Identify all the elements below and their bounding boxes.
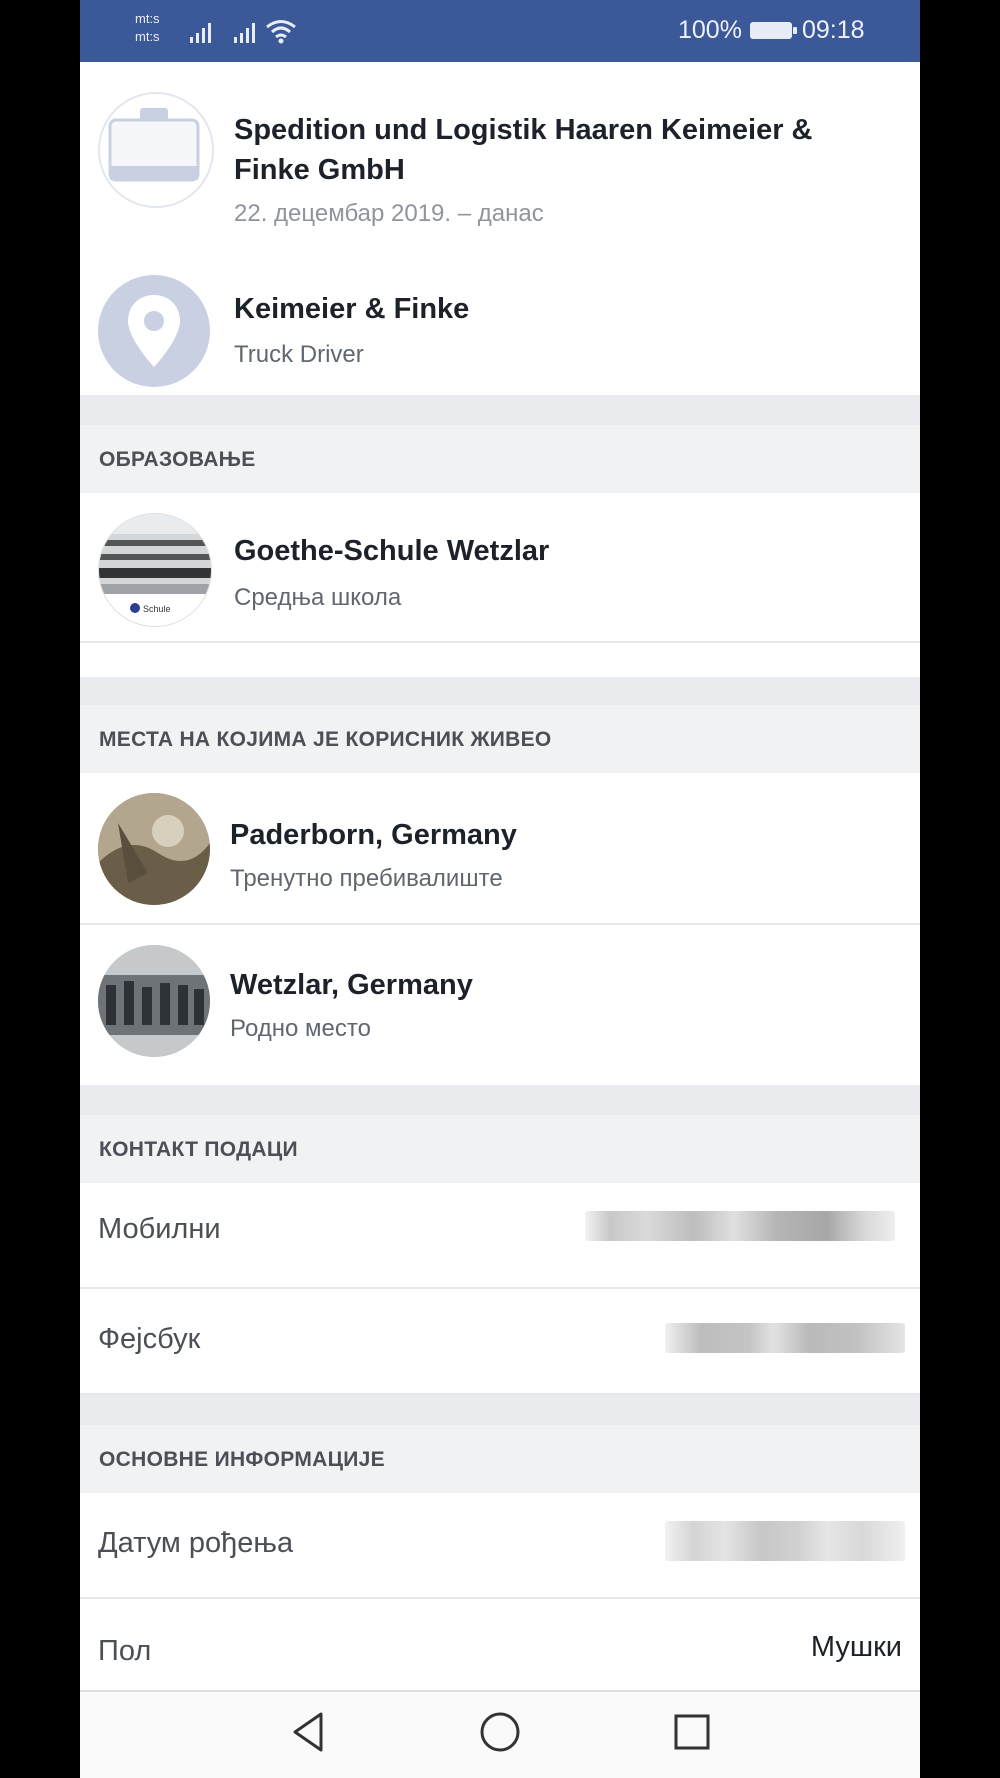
place-name: Paderborn, Germany: [230, 819, 517, 851]
school-type: Средња школа: [234, 584, 402, 611]
place-item[interactable]: Wetzlar, Germany Родно место: [80, 925, 920, 1075]
redacted-phone-number: [585, 1211, 895, 1241]
carrier-label: mt:s: [135, 11, 160, 26]
redacted-birthday: [665, 1521, 905, 1561]
section-divider: [80, 395, 920, 425]
section-title: ОСНОВНЕ ИНФОРМАЦИЈЕ: [99, 1448, 385, 1471]
place-photo: [98, 945, 210, 1057]
home-icon[interactable]: [478, 1708, 522, 1756]
contact-row-mobile[interactable]: Мобилни: [80, 1183, 920, 1289]
work-title: Keimeier & Finke: [234, 293, 470, 325]
work-position: Truck Driver: [234, 341, 364, 368]
section-header-basic-info: ОСНОВНЕ ИНФОРМАЦИЈЕ: [80, 1425, 920, 1493]
section-title: КОНТАКТ ПОДАЦИ: [99, 1138, 298, 1161]
carrier-label: mt:s: [135, 29, 160, 44]
place-type: Тренутно пребивалиште: [230, 865, 503, 892]
signal-icon: [234, 23, 255, 43]
work-dates: 22. децембар 2019. – данас: [234, 200, 544, 227]
work-title: Spedition und Logistik Haaren Keimeier &: [234, 114, 813, 146]
education-item[interactable]: Schule Goethe-Schule Wetzlar Средња школ…: [80, 493, 920, 643]
work-item[interactable]: Spedition und Logistik Haaren Keimeier &…: [80, 62, 920, 257]
work-item[interactable]: Keimeier & Finke Truck Driver: [80, 255, 920, 411]
battery-icon: [750, 22, 797, 39]
place-item[interactable]: Paderborn, Germany Тренутно пребивалиште: [80, 773, 920, 925]
section-title: МЕСТА НА КОЈИМА ЈЕ КОРИСНИК ЖИВЕО: [99, 728, 552, 751]
battery-percentage: 100%: [678, 16, 742, 44]
android-nav-bar: [80, 1690, 920, 1778]
section-header-places: МЕСТА НА КОЈИМА ЈЕ КОРИСНИК ЖИВЕО: [80, 705, 920, 773]
phone-screen: mt:s mt:s 100% 09:18 Spedition und Logis…: [80, 0, 920, 1778]
section-header-contact: КОНТАКТ ПОДАЦИ: [80, 1115, 920, 1183]
section-divider: [80, 677, 920, 705]
basic-info-row-gender[interactable]: Пол Мушки: [80, 1599, 920, 1690]
basic-info-label: Датум рођења: [98, 1527, 294, 1559]
school-logo-text: Schule: [143, 604, 171, 614]
place-type: Родно место: [230, 1015, 371, 1042]
profile-about-list: Spedition und Logistik Haaren Keimeier &…: [80, 62, 920, 1690]
school-photo: Schule: [98, 513, 212, 627]
redacted-facebook-url: [665, 1323, 905, 1353]
gender-value: Мушки: [810, 1631, 902, 1663]
section-divider: [80, 1085, 920, 1115]
place-name: Wetzlar, Germany: [230, 969, 473, 1001]
clock: 09:18: [802, 16, 865, 44]
recents-icon[interactable]: [670, 1708, 714, 1756]
section-title: ОБРАЗОВАЊЕ: [99, 448, 256, 471]
school-name: Goethe-Schule Wetzlar: [234, 535, 550, 567]
basic-info-row-birthday[interactable]: Датум рођења: [80, 1493, 920, 1599]
contact-label: Мобилни: [98, 1213, 221, 1245]
status-bar: mt:s mt:s 100% 09:18: [80, 0, 920, 62]
section-divider: [80, 1395, 920, 1425]
back-icon[interactable]: [287, 1708, 329, 1756]
briefcase-icon: [98, 92, 214, 208]
wifi-icon: [266, 20, 296, 44]
carrier-labels: mt:s mt:s: [135, 10, 160, 46]
place-photo: [98, 793, 210, 905]
contact-label: Фејсбук: [98, 1323, 201, 1355]
work-title: Finke GmbH: [234, 154, 405, 186]
location-pin-icon: [98, 275, 210, 387]
basic-info-label: Пол: [98, 1635, 152, 1667]
section-header-education: ОБРАЗОВАЊЕ: [80, 425, 920, 493]
contact-row-facebook[interactable]: Фејсбук: [80, 1289, 920, 1395]
signal-icon: [190, 23, 211, 43]
